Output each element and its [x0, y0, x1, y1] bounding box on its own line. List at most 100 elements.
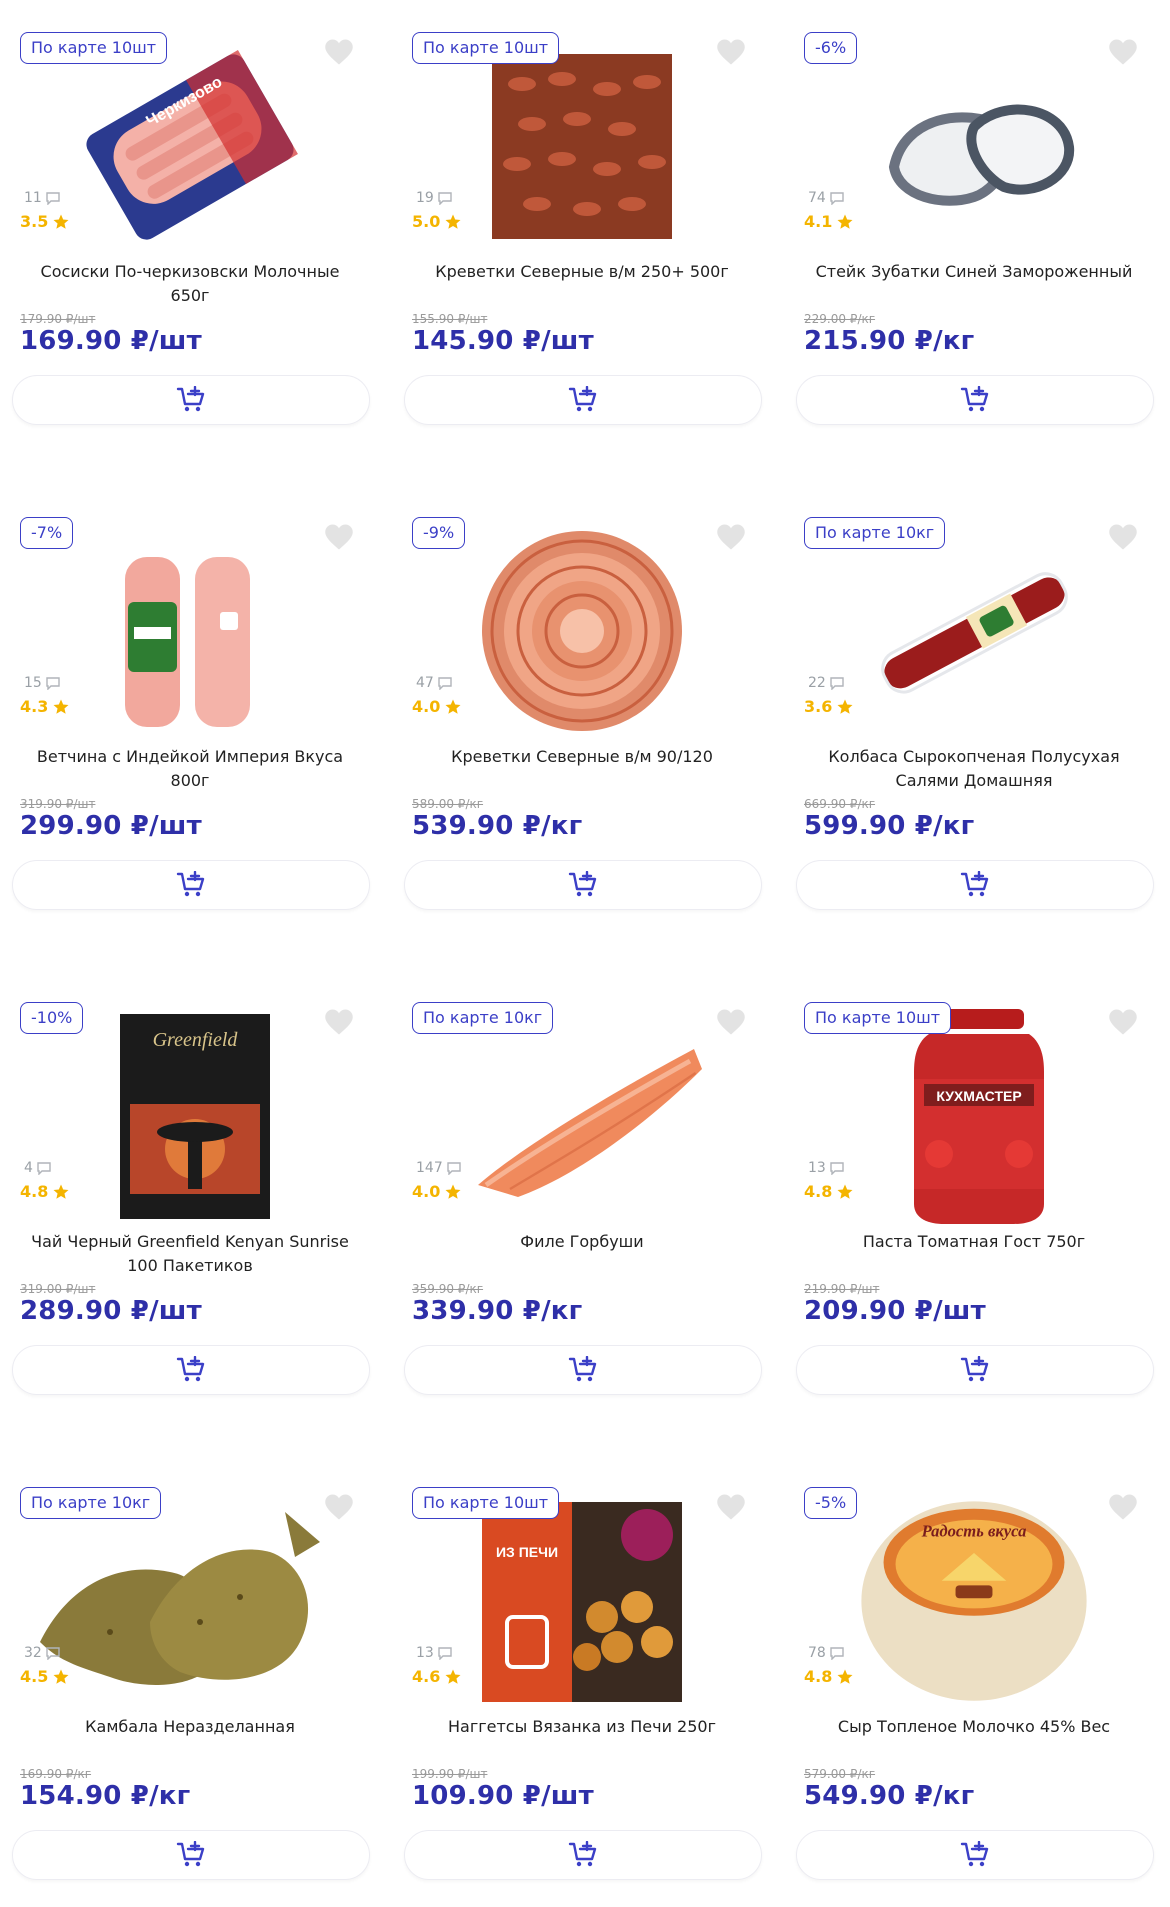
- promo-badge: По карте 10шт: [804, 1002, 952, 1034]
- cheese-wheel-image[interactable]: Радость вкуса: [854, 1489, 1094, 1714]
- cart-plus-icon: [960, 1841, 989, 1867]
- product-name[interactable]: Колбаса Сырокопченая Полусухая Салями До…: [804, 745, 1144, 793]
- product-name[interactable]: Ветчина с Индейкой Империя Вкуса 800г: [20, 745, 360, 793]
- add-to-cart-button[interactable]: [404, 375, 762, 425]
- add-to-cart-button[interactable]: [12, 860, 370, 910]
- product-card[interactable]: -7% 15 4.3 Ветчина с Индейкой Империя Вк…: [10, 497, 370, 937]
- sausage-pack-image[interactable]: Черкизово: [70, 34, 310, 259]
- product-card[interactable]: КУХМАСТЕР По карте 10шт 13 4.8 Паста Том…: [794, 982, 1154, 1422]
- shrimp-plate-image[interactable]: [462, 519, 702, 744]
- add-to-cart-button[interactable]: [796, 1830, 1154, 1880]
- favorite-heart-icon[interactable]: [1108, 1493, 1138, 1521]
- product-name[interactable]: Камбала Неразделанная: [20, 1715, 360, 1739]
- review-count[interactable]: 22: [808, 675, 844, 691]
- salmon-fillet-image[interactable]: [462, 1004, 702, 1229]
- comment-icon: [46, 676, 60, 690]
- add-to-cart-button[interactable]: [12, 1830, 370, 1880]
- comment-icon: [830, 1161, 844, 1175]
- review-count[interactable]: 147: [416, 1160, 461, 1176]
- add-to-cart-button[interactable]: [404, 1830, 762, 1880]
- add-to-cart-button[interactable]: [796, 860, 1154, 910]
- flatfish-image[interactable]: [30, 1489, 330, 1714]
- star-icon: [445, 1184, 461, 1199]
- salami-image[interactable]: [854, 519, 1094, 744]
- add-to-cart-button[interactable]: [404, 860, 762, 910]
- product-name[interactable]: Креветки Северные в/м 90/120: [412, 745, 752, 769]
- promo-badge: По карте 10кг: [412, 1002, 554, 1034]
- review-count[interactable]: 13: [416, 1645, 452, 1661]
- favorite-heart-icon[interactable]: [716, 1008, 746, 1036]
- review-count[interactable]: 15: [24, 675, 60, 691]
- star-icon: [837, 214, 853, 229]
- tea-box-image[interactable]: Greenfield: [70, 1004, 310, 1229]
- fish-steak-image[interactable]: [854, 34, 1094, 259]
- price: 299.90 ₽/шт: [20, 811, 202, 841]
- favorite-heart-icon[interactable]: [324, 1008, 354, 1036]
- favorite-heart-icon[interactable]: [1108, 523, 1138, 551]
- add-to-cart-button[interactable]: [12, 375, 370, 425]
- star-icon: [837, 1184, 853, 1199]
- review-count[interactable]: 74: [808, 190, 844, 206]
- star-icon: [445, 214, 461, 229]
- ham-image[interactable]: [70, 519, 310, 744]
- favorite-heart-icon[interactable]: [1108, 38, 1138, 66]
- product-name[interactable]: Чай Черный Greenfield Kenyan Sunrise 100…: [20, 1230, 360, 1278]
- rating: 4.0: [412, 697, 462, 716]
- product-name[interactable]: Сыр Топленое Молочко 45% Вес: [804, 1715, 1144, 1739]
- product-name[interactable]: Креветки Северные в/м 250+ 500г: [412, 260, 752, 284]
- review-count[interactable]: 13: [808, 1160, 844, 1176]
- product-card[interactable]: По карте 10кг 22 3.6 Колбаса Сырокопчена…: [794, 497, 1154, 937]
- add-to-cart-button[interactable]: [796, 1345, 1154, 1395]
- promo-badge: По карте 10шт: [412, 32, 560, 64]
- add-to-cart-button[interactable]: [12, 1345, 370, 1395]
- promo-badge: -10%: [20, 1002, 84, 1034]
- product-card[interactable]: -6% 74 4.1 Стейк Зубатки Синей Заморожен…: [794, 12, 1154, 452]
- favorite-heart-icon[interactable]: [1108, 1008, 1138, 1036]
- nuggets-box-image[interactable]: ИЗ ПЕЧИ: [462, 1489, 702, 1714]
- price: 215.90 ₽/кг: [804, 326, 975, 356]
- product-card[interactable]: -9% 47 4.0 Креветки Северные в/м 90/120 …: [402, 497, 762, 937]
- review-count[interactable]: 11: [24, 190, 60, 206]
- brand-label: Greenfield: [153, 1029, 239, 1051]
- product-name[interactable]: Наггетсы Вязанка из Печи 250г: [412, 1715, 752, 1739]
- review-count[interactable]: 47: [416, 675, 452, 691]
- tomato-paste-jar-image[interactable]: КУХМАСТЕР: [854, 1004, 1094, 1229]
- old-price: 319.90 ₽/шт: [20, 797, 96, 811]
- comment-icon: [447, 1161, 461, 1175]
- cart-plus-icon: [960, 871, 989, 897]
- favorite-heart-icon[interactable]: [716, 1493, 746, 1521]
- shrimp-box-image[interactable]: [462, 34, 702, 259]
- promo-badge: По карте 10шт: [20, 32, 168, 64]
- brand-label: ИЗ ПЕЧИ: [496, 1544, 558, 1560]
- rating: 4.3: [20, 697, 70, 716]
- product-name[interactable]: Сосиски По-черкизовски Молочные 650г: [20, 260, 360, 308]
- product-card[interactable]: ИЗ ПЕЧИ По карте 10шт 13 4.6 Наггетсы Вя…: [402, 1467, 762, 1907]
- product-name[interactable]: Паста Томатная Гост 750г: [804, 1230, 1144, 1254]
- comment-icon: [46, 191, 60, 205]
- product-card[interactable]: По карте 10кг 32 4.5 Камбала Неразделанн…: [10, 1467, 370, 1907]
- favorite-heart-icon[interactable]: [324, 1493, 354, 1521]
- rating: 4.8: [804, 1182, 854, 1201]
- review-count[interactable]: 19: [416, 190, 452, 206]
- review-count[interactable]: 32: [24, 1645, 60, 1661]
- comment-icon: [438, 191, 452, 205]
- comment-icon: [830, 1646, 844, 1660]
- add-to-cart-button[interactable]: [796, 375, 1154, 425]
- add-to-cart-button[interactable]: [404, 1345, 762, 1395]
- favorite-heart-icon[interactable]: [716, 523, 746, 551]
- rating: 3.5: [20, 212, 70, 231]
- product-card[interactable]: Черкизово По карте 10шт 11 3.5 Сосиски П…: [10, 12, 370, 452]
- favorite-heart-icon[interactable]: [324, 523, 354, 551]
- product-name[interactable]: Стейк Зубатки Синей Замороженный: [804, 260, 1144, 284]
- product-card[interactable]: По карте 10кг 147 4.0 Филе Горбуши 359.9…: [402, 982, 762, 1422]
- favorite-heart-icon[interactable]: [324, 38, 354, 66]
- favorite-heart-icon[interactable]: [716, 38, 746, 66]
- product-card[interactable]: Радость вкуса -5% 78 4.8 Сыр Топленое Мо…: [794, 1467, 1154, 1907]
- cart-plus-icon: [568, 1841, 597, 1867]
- review-count[interactable]: 4: [24, 1160, 51, 1176]
- product-card[interactable]: По карте 10шт 19 5.0 Креветки Северные в…: [402, 12, 762, 452]
- product-name[interactable]: Филе Горбуши: [412, 1230, 752, 1254]
- product-card[interactable]: Greenfield -10% 4 4.8 Чай Черный Greenfi…: [10, 982, 370, 1422]
- review-count[interactable]: 78: [808, 1645, 844, 1661]
- old-price: 169.90 ₽/кг: [20, 1767, 92, 1781]
